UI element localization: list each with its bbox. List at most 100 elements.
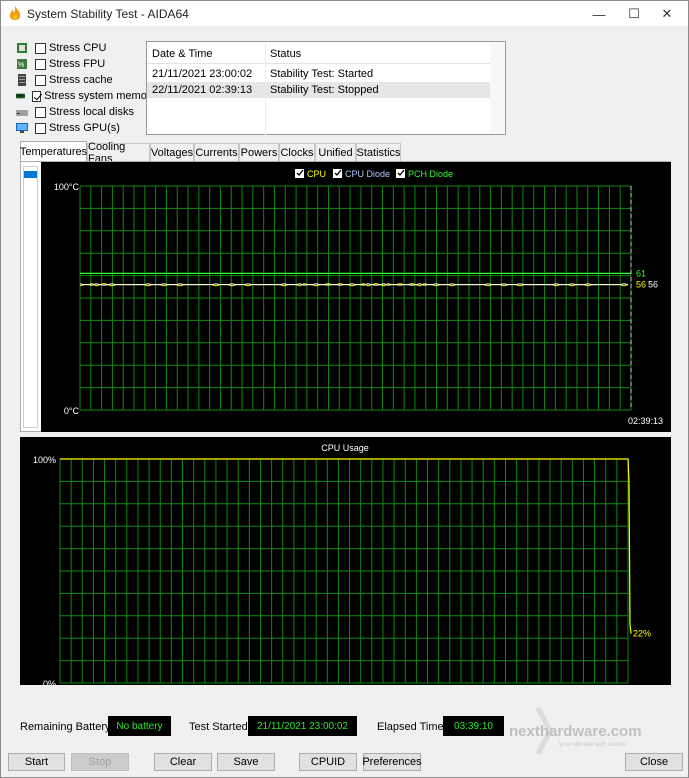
cpu-usage-title: CPU Usage bbox=[321, 443, 369, 453]
cache-icon bbox=[18, 74, 26, 86]
tab-label: Unified bbox=[318, 146, 353, 159]
test-started-value: 21/11/2021 23:00:02 bbox=[248, 716, 357, 736]
elapsed-time-text: 03:39:10 bbox=[454, 720, 493, 732]
close-window-button[interactable]: ✕ bbox=[644, 1, 689, 27]
stress-disks-checkbox[interactable] bbox=[35, 106, 46, 118]
log-row-time: 21/11/2021 23:00:02 bbox=[152, 68, 253, 80]
save-button[interactable]: Save bbox=[217, 753, 275, 771]
temperature-graph-svg: CPU CPU Diode PCH Diode 100°C 0°C 61 56 … bbox=[54, 169, 663, 426]
cpu-diode-value-label: 56 bbox=[648, 280, 658, 290]
stress-memory-option[interactable]: Stress system memory bbox=[16, 88, 156, 104]
test-started-text: 21/11/2021 23:00:02 bbox=[256, 720, 348, 732]
tab-temperatures[interactable]: Temperatures bbox=[20, 141, 87, 161]
stress-cpu-checkbox[interactable] bbox=[35, 42, 46, 54]
stress-memory-label: Stress system memory bbox=[44, 90, 156, 102]
tab-clocks[interactable]: Clocks bbox=[279, 143, 315, 161]
stress-cpu-label: Stress CPU bbox=[49, 42, 107, 54]
stress-fpu-option[interactable]: % Stress FPU bbox=[16, 56, 156, 72]
stress-fpu-checkbox[interactable] bbox=[35, 58, 46, 70]
cpu-usage-grid bbox=[59, 458, 629, 684]
temp-time-label: 02:39:13 bbox=[628, 416, 663, 426]
stress-fpu-label: Stress FPU bbox=[49, 58, 106, 70]
log-row[interactable]: 21/11/2021 23:00:02 Stability Test: Star… bbox=[147, 66, 492, 82]
cpu-y-max-label: 100% bbox=[33, 455, 56, 465]
log-header-status[interactable]: Status bbox=[270, 48, 301, 60]
legend-pch-diode: PCH Diode bbox=[408, 169, 453, 179]
log-row-status: Stability Test: Stopped bbox=[270, 84, 379, 96]
log-row[interactable]: 22/11/2021 02:39:13 Stability Test: Stop… bbox=[147, 82, 492, 98]
stress-cpu-option[interactable]: Stress CPU bbox=[16, 40, 156, 56]
log-header-datetime[interactable]: Date & Time bbox=[152, 48, 213, 60]
remaining-battery-value: No battery bbox=[108, 716, 171, 736]
elapsed-time-value: 03:39:10 bbox=[443, 716, 504, 736]
tab-cooling-fans[interactable]: Cooling Fans bbox=[87, 141, 150, 165]
tab-label: Temperatures bbox=[19, 145, 88, 158]
tab-label: Currents bbox=[195, 146, 238, 159]
legend-cpu: CPU bbox=[307, 169, 326, 179]
preferences-button[interactable]: Preferences bbox=[362, 753, 422, 771]
elapsed-time-label: Elapsed Time: bbox=[377, 721, 447, 733]
sensor-list-selection[interactable] bbox=[24, 171, 37, 178]
stop-button[interactable]: Stop bbox=[71, 753, 129, 771]
disk-icon bbox=[16, 110, 28, 116]
tab-label: Clocks bbox=[280, 146, 314, 159]
start-button[interactable]: Start bbox=[8, 753, 65, 771]
svg-text:%: % bbox=[18, 62, 24, 69]
tab-voltages[interactable]: Voltages bbox=[150, 143, 194, 161]
tab-powers[interactable]: Powers bbox=[239, 143, 279, 161]
stress-disks-option[interactable]: Stress local disks bbox=[16, 104, 156, 120]
pch-value-label: 61 bbox=[636, 268, 646, 278]
nexthardware-watermark: nexthardware.com your ultimate tech sour… bbox=[509, 708, 642, 754]
remaining-battery-text: No battery bbox=[116, 720, 163, 732]
maximize-icon: ☐ bbox=[628, 6, 640, 21]
aida64-flame-icon bbox=[9, 6, 21, 20]
legend-cpu-diode: CPU Diode bbox=[345, 169, 390, 179]
temp-y-max-label: 100°C bbox=[54, 182, 80, 192]
stress-gpu-checkbox[interactable] bbox=[35, 122, 46, 134]
stress-gpu-label: Stress GPU(s) bbox=[49, 122, 120, 134]
close-icon: ✕ bbox=[661, 6, 673, 21]
minimize-icon: — bbox=[592, 6, 606, 22]
log-scrollbar[interactable] bbox=[490, 42, 505, 134]
tab-label: Statistics bbox=[356, 146, 401, 159]
tab-unified[interactable]: Unified bbox=[315, 143, 356, 161]
remaining-battery-label: Remaining Battery: bbox=[20, 721, 114, 733]
stress-gpu-option[interactable]: Stress GPU(s) bbox=[16, 120, 156, 136]
stress-cache-checkbox[interactable] bbox=[35, 74, 46, 86]
close-button[interactable]: Close bbox=[625, 753, 683, 771]
log-row-time: 22/11/2021 02:39:13 bbox=[152, 84, 253, 96]
stress-cache-option[interactable]: Stress cache bbox=[16, 72, 156, 88]
stress-disks-label: Stress local disks bbox=[49, 106, 134, 118]
stress-cache-label: Stress cache bbox=[49, 74, 113, 86]
cpu-chip-icon bbox=[17, 43, 27, 53]
cpu-usage-series-line bbox=[60, 458, 632, 634]
temperature-grid bbox=[79, 185, 632, 411]
cpu-value-label: 56 bbox=[636, 280, 646, 290]
sensor-list[interactable] bbox=[23, 166, 38, 428]
tab-label: Voltages bbox=[150, 146, 194, 159]
cpuid-button[interactable]: CPUID bbox=[299, 753, 357, 771]
test-started-label: Test Started: bbox=[189, 721, 251, 733]
client-area: Stress CPU % Stress FPU Stress cache Str… bbox=[0, 26, 689, 778]
window-title: System Stability Test - AIDA64 bbox=[27, 7, 189, 21]
watermark-tagline: your ultimate tech source bbox=[559, 742, 627, 748]
watermark-brand: nexthardware.com bbox=[509, 723, 642, 740]
cpu-usage-final-label: 22% bbox=[633, 629, 651, 639]
temp-y-min-label: 0°C bbox=[64, 406, 80, 416]
event-log-list[interactable]: Date & Time Status 21/11/2021 23:00:02 S… bbox=[146, 41, 506, 136]
temperature-graph: CPU CPU Diode PCH Diode 100°C 0°C 61 56 … bbox=[41, 162, 671, 432]
clear-button[interactable]: Clear bbox=[154, 753, 212, 771]
tab-label: Powers bbox=[240, 146, 278, 159]
gpu-icon bbox=[16, 123, 28, 133]
log-row-status: Stability Test: Started bbox=[270, 68, 374, 80]
stress-memory-checkbox[interactable] bbox=[32, 90, 42, 102]
tab-statistics[interactable]: Statistics bbox=[356, 143, 401, 161]
fpu-icon: % bbox=[17, 59, 27, 69]
cpu-usage-graph-svg: CPU Usage 100% 0% 22% bbox=[33, 443, 651, 689]
cpu-y-min-label: 0% bbox=[43, 679, 56, 685]
log-header: Date & Time Status bbox=[147, 42, 505, 64]
cpu-usage-graph: CPU Usage 100% 0% 22% bbox=[20, 437, 671, 689]
tab-currents[interactable]: Currents bbox=[194, 143, 239, 161]
title-bar[interactable]: System Stability Test - AIDA64 — ☐ ✕ bbox=[0, 0, 689, 26]
temperature-legend: CPU CPU Diode PCH Diode bbox=[295, 169, 453, 179]
